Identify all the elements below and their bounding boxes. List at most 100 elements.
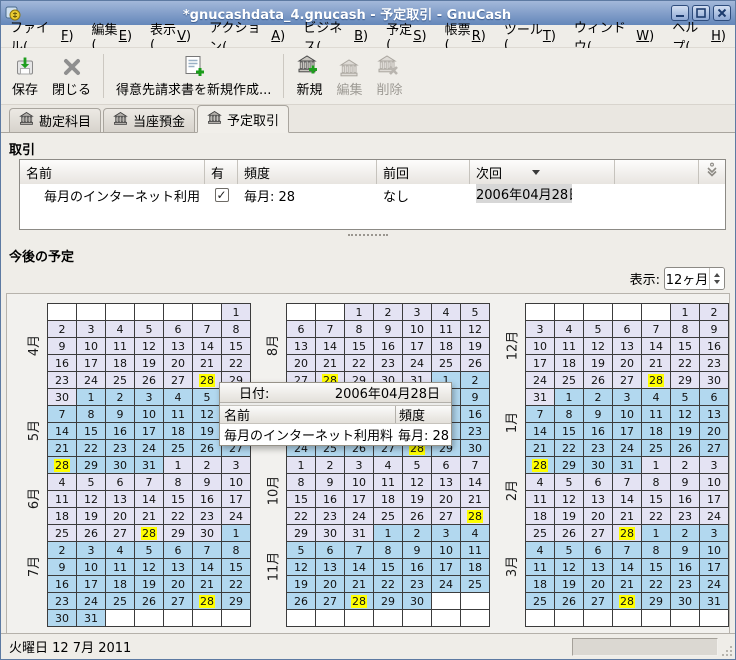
calendar-day-cell[interactable]: 4 xyxy=(526,542,555,559)
calendar-day-cell[interactable]: 8 xyxy=(642,474,671,491)
scheduled-transaction-row[interactable]: 毎月のインターネット利用 ✓ 毎月: 28 なし 2006年04月28日 xyxy=(20,183,725,206)
calendar-day-cell[interactable]: 24 xyxy=(613,440,642,457)
calendar-day-cell[interactable]: 1 xyxy=(164,457,193,474)
calendar-day-cell[interactable]: 27 xyxy=(164,372,193,389)
menu-item[interactable]: ウィンドウ(W) xyxy=(565,21,663,55)
calendar-day-cell[interactable]: 15 xyxy=(222,338,251,355)
calendar-day-cell[interactable]: 16 xyxy=(48,576,77,593)
calendar-day-cell[interactable]: 26 xyxy=(77,525,106,542)
calendar-day-cell[interactable]: 18 xyxy=(432,338,461,355)
calendar-day-cell[interactable]: 25 xyxy=(164,440,193,457)
calendar-day-cell[interactable]: 11 xyxy=(374,474,403,491)
calendar-day-cell[interactable]: 20 xyxy=(106,508,135,525)
calendar-day-cell[interactable]: 10 xyxy=(700,474,729,491)
calendar-day-cell[interactable]: 23 xyxy=(48,593,77,610)
calendar-day-cell[interactable]: 22 xyxy=(345,355,374,372)
calendar-day-cell[interactable]: 17 xyxy=(77,355,106,372)
calendar-day-cell[interactable]: 18 xyxy=(106,355,135,372)
calendar-day-cell[interactable]: 19 xyxy=(671,423,700,440)
calendar-day-cell[interactable]: 23 xyxy=(403,576,432,593)
calendar-day-cell[interactable]: 5 xyxy=(555,474,584,491)
calendar-day-cell[interactable]: 12 xyxy=(555,491,584,508)
calendar-day-cell[interactable]: 9 xyxy=(193,474,222,491)
calendar-day-cell[interactable]: 18 xyxy=(642,423,671,440)
calendar-day-cell[interactable]: 9 xyxy=(700,321,729,338)
calendar-day-cell[interactable]: 9 xyxy=(316,474,345,491)
calendar-day-cell[interactable]: 25 xyxy=(526,593,555,610)
calendar-day-cell[interactable]: 22 xyxy=(164,508,193,525)
calendar-day-cell[interactable]: 12 xyxy=(403,474,432,491)
tab-scheduled[interactable]: 予定取引 xyxy=(197,105,290,133)
calendar-day-cell[interactable]: 9 xyxy=(461,389,490,406)
calendar-day-cell[interactable]: 21 xyxy=(613,508,642,525)
calendar-day-cell[interactable]: 20 xyxy=(584,576,613,593)
calendar-day-cell[interactable]: 1 xyxy=(345,304,374,321)
calendar-day-cell[interactable]: 7 xyxy=(642,321,671,338)
calendar-day-cell[interactable]: 27 xyxy=(584,525,613,542)
calendar-day-cell[interactable]: 13 xyxy=(164,338,193,355)
calendar-day-cell[interactable]: 19 xyxy=(193,423,222,440)
calendar-day-cell[interactable]: 30 xyxy=(671,593,700,610)
calendar-day-cell[interactable]: 29 xyxy=(287,525,316,542)
calendar-day-cell[interactable]: 31 xyxy=(526,389,555,406)
calendar-day-cell[interactable]: 26 xyxy=(555,525,584,542)
tab-checking[interactable]: 当座預金 xyxy=(103,108,196,132)
calendar-day-cell[interactable]: 17 xyxy=(222,491,251,508)
calendar-day-cell[interactable]: 9 xyxy=(374,321,403,338)
calendar-day-cell[interactable]: 11 xyxy=(106,338,135,355)
calendar-day-cell[interactable]: 1 xyxy=(642,525,671,542)
calendar-day-cell[interactable]: 25 xyxy=(106,593,135,610)
calendar-day-cell[interactable]: 10 xyxy=(135,406,164,423)
calendar-day-cell[interactable]: 14 xyxy=(316,338,345,355)
calendar-day-cell[interactable]: 17 xyxy=(700,491,729,508)
calendar-day-cell[interactable]: 6 xyxy=(584,542,613,559)
calendar-day-cell[interactable]: 25 xyxy=(642,440,671,457)
calendar-day-cell[interactable]: 26 xyxy=(555,593,584,610)
calendar-day-cell[interactable]: 16 xyxy=(106,423,135,440)
calendar-day-cell[interactable]: 20 xyxy=(584,508,613,525)
calendar-day-cell[interactable]: 4 xyxy=(374,457,403,474)
calendar-day-cell[interactable]: 24 xyxy=(135,440,164,457)
calendar-day-cell[interactable]: 12 xyxy=(193,406,222,423)
menu-item[interactable]: 編集(E) xyxy=(83,23,141,53)
calendar-day-cell[interactable]: 1 xyxy=(287,457,316,474)
calendar-day-cell[interactable]: 4 xyxy=(432,304,461,321)
column-picker-button[interactable] xyxy=(699,160,725,184)
calendar-day-cell[interactable]: 11 xyxy=(461,542,490,559)
calendar-day-cell[interactable]: 2 xyxy=(193,457,222,474)
calendar-day-cell[interactable]: 23 xyxy=(671,508,700,525)
calendar-day-cell[interactable]: 29 xyxy=(374,593,403,610)
calendar-day-cell[interactable]: 29 xyxy=(671,372,700,389)
calendar-day-cell[interactable]: 1 xyxy=(555,389,584,406)
calendar-day-cell[interactable]: 9 xyxy=(671,542,700,559)
calendar-day-cell[interactable]: 3 xyxy=(403,304,432,321)
calendar-day-cell[interactable]: 15 xyxy=(164,491,193,508)
calendar-day-cell[interactable]: 8 xyxy=(287,474,316,491)
menu-item[interactable]: ファイル(F) xyxy=(1,21,83,55)
calendar-day-cell[interactable]: 17 xyxy=(77,576,106,593)
calendar-day-cell[interactable]: 17 xyxy=(403,338,432,355)
calendar-day-cell[interactable]: 19 xyxy=(287,576,316,593)
calendar-day-cell[interactable]: 16 xyxy=(193,491,222,508)
calendar-day-cell[interactable]: 1 xyxy=(222,525,251,542)
calendar-day-cell[interactable]: 15 xyxy=(555,423,584,440)
calendar-day-cell[interactable]: 14 xyxy=(193,559,222,576)
calendar-day-cell[interactable]: 29 xyxy=(642,593,671,610)
calendar-day-cell[interactable]: 16 xyxy=(671,559,700,576)
calendar-day-cell[interactable]: 8 xyxy=(642,542,671,559)
calendar-day-cell[interactable]: 6 xyxy=(287,321,316,338)
calendar-day-cell[interactable]: 24 xyxy=(77,593,106,610)
calendar-day-cell[interactable]: 26 xyxy=(135,593,164,610)
calendar-day-cell[interactable]: 23 xyxy=(106,440,135,457)
save-button[interactable]: 保存 xyxy=(5,51,45,101)
calendar-day-cell[interactable]: 25 xyxy=(106,372,135,389)
calendar-day-cell[interactable]: 15 xyxy=(287,491,316,508)
calendar-day-cell[interactable]: 2 xyxy=(316,457,345,474)
calendar-day-cell[interactable]: 6 xyxy=(164,542,193,559)
calendar-day-cell[interactable]: 13 xyxy=(584,491,613,508)
calendar-day-cell[interactable]: 17 xyxy=(345,491,374,508)
new-button[interactable]: 新規 xyxy=(289,51,329,101)
calendar-day-cell[interactable]: 12 xyxy=(287,559,316,576)
calendar-day-cell[interactable]: 26 xyxy=(403,508,432,525)
calendar-day-cell[interactable]: 6 xyxy=(106,474,135,491)
